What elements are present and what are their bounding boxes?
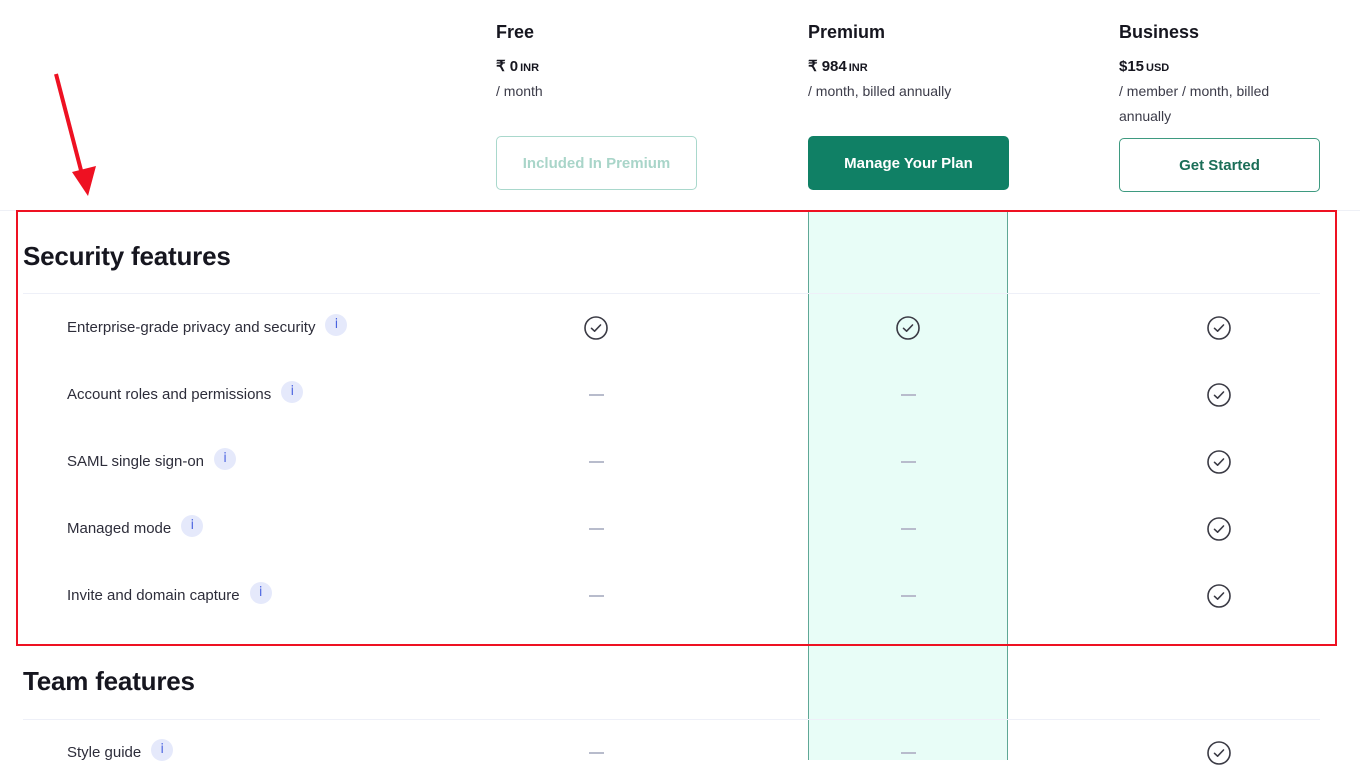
dash-mark — [588, 595, 604, 597]
feature-row: Style guide i — [0, 738, 1360, 768]
feature-row: SAML single sign-on i — [0, 447, 1360, 477]
check-circle-icon — [1204, 380, 1234, 410]
dash-mark — [588, 394, 604, 396]
dash-icon — [581, 581, 611, 611]
plan-free: Free ₹ 0 INR / month Included In Premium — [496, 20, 701, 190]
feature-label: Enterprise-grade privacy and security i — [67, 313, 348, 336]
plan-period: / month, billed annually — [808, 83, 952, 99]
price-currency: INR — [520, 62, 540, 74]
feature-label: Invite and domain capture i — [67, 581, 272, 604]
dash-icon — [581, 514, 611, 544]
check-circle-icon — [581, 313, 611, 343]
plan-period: / month — [496, 83, 543, 99]
feature-label: SAML single sign-on i — [67, 447, 237, 470]
price-currency: USD — [1146, 62, 1170, 74]
check-circle-icon — [1204, 581, 1234, 611]
plan-business: Business $15 USD / member / month, billed… — [1119, 20, 1324, 192]
plan-price: ₹ 0 INR — [496, 58, 701, 77]
info-icon[interactable]: i — [151, 738, 174, 761]
price-amount: $15 — [1119, 58, 1145, 75]
dash-mark — [588, 528, 604, 530]
dash-icon — [581, 447, 611, 477]
feature-row: Account roles and permissions i — [0, 380, 1360, 410]
check-circle-icon — [1204, 313, 1234, 343]
dash-icon — [581, 380, 611, 410]
dash-icon — [893, 380, 923, 410]
header-divider — [0, 210, 1360, 211]
dash-icon — [893, 738, 923, 768]
dash-mark — [900, 394, 916, 396]
check-circle-icon — [893, 313, 923, 343]
dash-mark — [588, 461, 604, 463]
feature-label-text: Managed mode — [67, 520, 172, 537]
price-amount: ₹ 0 — [496, 58, 519, 75]
get-started-button[interactable]: Get Started — [1119, 138, 1320, 192]
feature-label-text: Account roles and permissions — [67, 386, 272, 403]
plan-name: Business — [1119, 22, 1200, 42]
dash-icon — [893, 447, 923, 477]
info-icon[interactable]: i — [181, 514, 204, 537]
check-circle-icon — [1204, 447, 1234, 477]
dash-mark — [900, 752, 916, 754]
section-title-security: Security features — [23, 241, 231, 271]
plan-price: ₹ 984 INR — [808, 58, 1013, 77]
plan-premium: Premium ₹ 984 INR / month, billed annuall… — [808, 20, 1013, 190]
dash-icon — [893, 581, 923, 611]
dash-mark — [900, 528, 916, 530]
feature-row: Managed mode i — [0, 514, 1360, 544]
info-icon[interactable]: i — [249, 581, 272, 604]
dash-icon — [893, 514, 923, 544]
feature-label: Style guide i — [67, 738, 174, 761]
dash-mark — [900, 595, 916, 597]
dash-mark — [900, 461, 916, 463]
feature-label-text: Style guide — [67, 744, 142, 761]
feature-label-text: SAML single sign-on — [67, 453, 205, 470]
feature-label: Account roles and permissions i — [67, 380, 304, 403]
section-divider — [23, 293, 1320, 294]
included-in-premium-button[interactable]: Included In Premium — [496, 136, 697, 190]
plan-period: / member / month, billed annually — [1119, 83, 1270, 124]
feature-row: Enterprise-grade privacy and security i — [0, 313, 1360, 343]
feature-label-text: Invite and domain capture — [67, 587, 240, 604]
plan-name: Premium — [808, 22, 886, 42]
plan-price: $15 USD — [1119, 58, 1324, 77]
price-currency: INR — [848, 62, 868, 74]
section-title-team: Team features — [23, 666, 195, 696]
feature-label-text: Enterprise-grade privacy and security — [67, 319, 316, 336]
plan-name: Free — [496, 22, 535, 42]
dash-icon — [581, 738, 611, 768]
price-amount: ₹ 984 — [808, 58, 847, 75]
dash-mark — [588, 752, 604, 754]
feature-row: Invite and domain capture i — [0, 581, 1360, 611]
info-icon[interactable]: i — [281, 380, 304, 403]
manage-your-plan-button[interactable]: Manage Your Plan — [808, 136, 1009, 190]
check-circle-icon — [1204, 738, 1234, 768]
info-icon[interactable]: i — [214, 447, 237, 470]
section-divider — [23, 719, 1320, 720]
feature-label: Managed mode i — [67, 514, 204, 537]
annotation-arrow-icon — [54, 73, 96, 196]
info-icon[interactable]: i — [325, 313, 348, 336]
check-circle-icon — [1204, 514, 1234, 544]
